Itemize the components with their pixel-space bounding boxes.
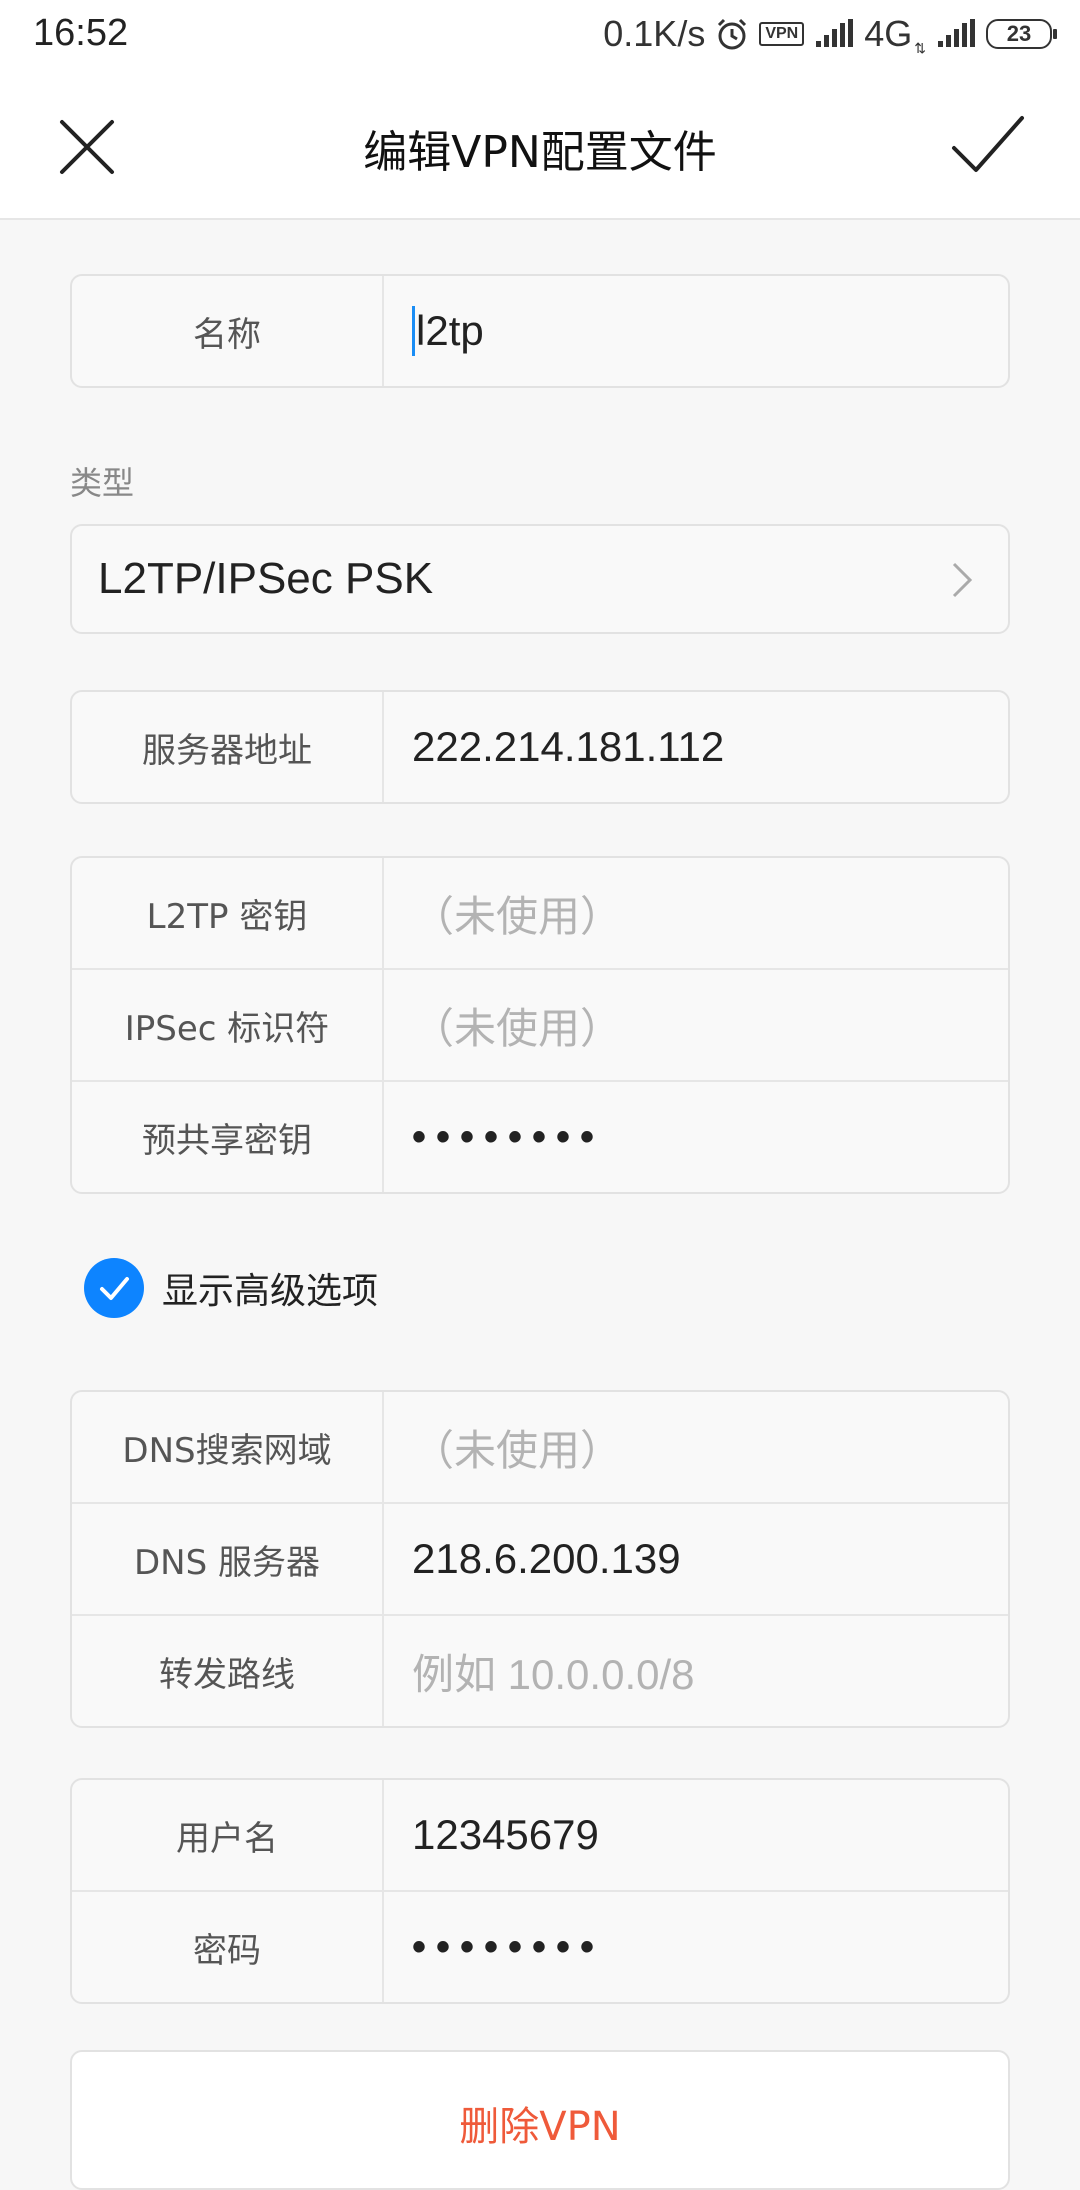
chevron-right-icon [952, 562, 973, 598]
secrets-card: L2TP 密钥 （未使用） IPSec 标识符 （未使用） 预共享密钥 ••••… [70, 856, 1010, 1194]
name-card: 名称 l2tp [70, 274, 1010, 388]
signal-icon-2 [938, 19, 975, 47]
name-row: 名称 l2tp [72, 276, 1008, 386]
ipsec-id-input[interactable]: （未使用） [412, 970, 988, 1080]
alarm-icon [718, 18, 747, 50]
dns-server-label: DNS 服务器 [72, 1504, 384, 1614]
delete-vpn-button[interactable]: 删除VPN [70, 2050, 1010, 2190]
username-label: 用户名 [72, 1780, 384, 1890]
dns-search-input[interactable]: （未使用） [412, 1392, 988, 1502]
status-bar: 16:52 0.1K/s VPN 4G ⇅ 23 [0, 0, 1080, 70]
title-bar: 编辑VPN配置文件 [0, 70, 1080, 220]
type-selector[interactable]: L2TP/IPSec PSK [70, 524, 1010, 634]
l2tp-secret-row: L2TP 密钥 （未使用） [72, 858, 1008, 970]
status-icons: 0.1K/s VPN 4G ⇅ 23 [603, 13, 1057, 55]
checkmark-icon[interactable] [948, 110, 1028, 180]
battery-indicator: 23 [986, 19, 1057, 49]
psk-label: 预共享密钥 [72, 1082, 384, 1192]
routes-label: 转发路线 [72, 1616, 384, 1726]
dns-card: DNS搜索网域 （未使用） DNS 服务器 218.6.200.139 转发路线… [70, 1390, 1010, 1728]
server-label: 服务器地址 [72, 692, 384, 802]
psk-input[interactable]: •••••••• [412, 1082, 988, 1192]
name-input[interactable]: l2tp [412, 276, 988, 386]
signal-icon [816, 19, 854, 47]
advanced-options-toggle[interactable]: 显示高级选项 [84, 1258, 378, 1318]
username-row: 用户名 12345679 [72, 1780, 1008, 1892]
text-cursor [412, 306, 415, 356]
net-speed: 0.1K/s [603, 13, 706, 54]
page-title: 编辑VPN配置文件 [363, 127, 717, 178]
network-label: 4G [864, 13, 913, 54]
ipsec-id-row: IPSec 标识符 （未使用） [72, 970, 1008, 1082]
ipsec-id-label: IPSec 标识符 [72, 970, 384, 1080]
routes-input[interactable]: 例如 10.0.0.0/8 [412, 1616, 988, 1726]
account-card: 用户名 12345679 密码 •••••••• [70, 1778, 1010, 2004]
psk-row: 预共享密钥 •••••••• [72, 1082, 1008, 1192]
dns-search-label: DNS搜索网域 [72, 1392, 384, 1502]
l2tp-secret-label: L2TP 密钥 [72, 858, 384, 968]
advanced-options-label: 显示高级选项 [162, 1271, 379, 1312]
type-section-label: 类型 [70, 464, 135, 502]
password-row: 密码 •••••••• [72, 1892, 1008, 2002]
server-card: 服务器地址 222.214.181.112 [70, 690, 1010, 804]
l2tp-secret-input[interactable]: （未使用） [412, 858, 988, 968]
data-arrows-icon: ⇅ [914, 40, 926, 56]
server-row: 服务器地址 222.214.181.112 [72, 692, 1008, 802]
dns-server-row: DNS 服务器 218.6.200.139 [72, 1504, 1008, 1616]
dns-search-row: DNS搜索网域 （未使用） [72, 1392, 1008, 1504]
name-value: l2tp [416, 307, 484, 354]
password-input[interactable]: •••••••• [412, 1892, 988, 2002]
routes-row: 转发路线 例如 10.0.0.0/8 [72, 1616, 1008, 1726]
delete-vpn-label: 删除VPN [459, 2104, 621, 2150]
checkbox-checked-icon[interactable] [84, 1258, 144, 1318]
username-input[interactable]: 12345679 [412, 1780, 988, 1890]
server-input[interactable]: 222.214.181.112 [412, 692, 988, 802]
status-time: 16:52 [33, 12, 129, 54]
type-value: L2TP/IPSec PSK [98, 554, 434, 603]
vpn-badge: VPN [759, 22, 805, 46]
password-label: 密码 [72, 1892, 384, 2002]
dns-server-input[interactable]: 218.6.200.139 [412, 1504, 988, 1614]
name-label: 名称 [72, 276, 384, 386]
network-type: 4G ⇅ [864, 13, 926, 55]
